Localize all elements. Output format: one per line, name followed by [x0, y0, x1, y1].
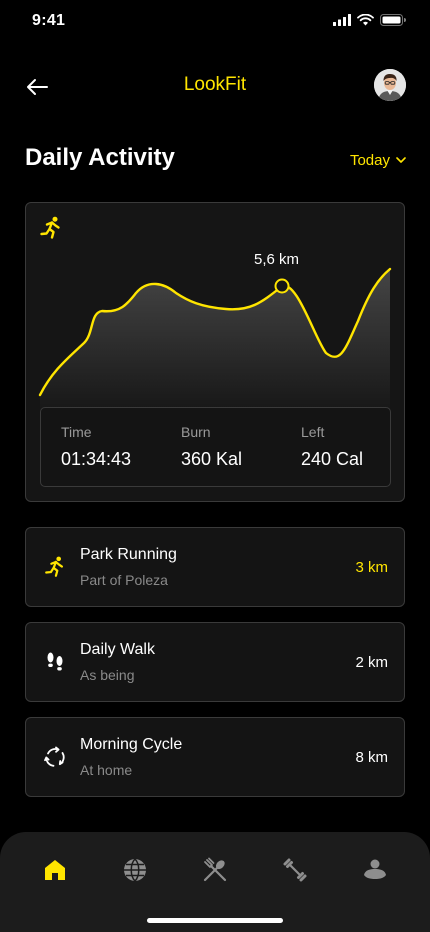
home-icon [45, 860, 65, 880]
footprints-icon [47, 652, 63, 671]
user-photo-icon [374, 69, 406, 101]
tab-workout[interactable] [277, 852, 313, 888]
battery-icon [380, 14, 406, 26]
stat-value: 01:34:43 [61, 449, 132, 469]
running-icon [45, 556, 64, 577]
activity-name: Park Running [80, 546, 177, 563]
chart-peak-marker[interactable] [274, 278, 290, 294]
signal-icon [333, 14, 351, 26]
list-item-daily-walk[interactable]: Daily Walk As being 2 km [25, 622, 405, 702]
app-title: LookFit [183, 74, 247, 95]
stat-time: Time 01:34:43 [61, 424, 131, 470]
activity-chart [38, 267, 392, 418]
status-time: 9:41 [32, 12, 66, 29]
activity-distance: 8 km [355, 749, 388, 766]
avatar[interactable] [374, 69, 406, 101]
list-item-park-running[interactable]: Park Running Part of Poleza 3 km [25, 527, 405, 607]
dumbbell-icon [283, 858, 307, 882]
cycle-icon [44, 746, 65, 767]
tab-explore[interactable] [117, 852, 153, 888]
activity-distance: 3 km [355, 559, 388, 576]
running-icon [40, 216, 60, 239]
activity-subtitle: At home [80, 762, 133, 778]
tab-home[interactable] [37, 852, 73, 888]
activity-subtitle: Part of Poleza [80, 572, 168, 588]
app-header: LookFit [0, 66, 430, 106]
profile-icon [364, 859, 386, 879]
activity-card: 5,6 km Time 01:34:43 Burn 360 Kal Left 2… [25, 202, 405, 502]
globe-icon [124, 858, 146, 882]
chart-peak-label: 5,6 km [254, 251, 300, 268]
list-item-morning-cycle[interactable]: Morning Cycle At home 8 km [25, 717, 405, 797]
activity-stats: Time 01:34:43 Burn 360 Kal Left 240 Cal [40, 407, 391, 487]
period-label: Today [349, 152, 390, 169]
stat-burn: Burn 360 Kal [181, 424, 242, 470]
status-icons [333, 14, 406, 26]
chevron-down-icon [396, 157, 406, 163]
stat-label: Left [301, 424, 325, 440]
bottom-tab-bar [0, 832, 430, 932]
activity-subtitle: As being [80, 667, 135, 683]
stat-label: Burn [181, 424, 211, 440]
activity-name: Daily Walk [80, 641, 155, 658]
stat-label: Time [61, 424, 92, 440]
tab-profile[interactable] [357, 852, 393, 888]
fork-spoon-icon [203, 857, 227, 882]
period-dropdown[interactable]: Today [350, 152, 406, 169]
chart-area [40, 269, 390, 418]
stat-left: Left 240 Cal [301, 424, 363, 470]
tab-nutrition[interactable] [197, 852, 233, 888]
home-indicator [147, 918, 283, 923]
status-bar: 9:41 [0, 0, 430, 44]
stat-value: 360 Kal [181, 449, 243, 469]
wifi-icon [357, 14, 374, 26]
activity-name: Morning Cycle [80, 736, 183, 753]
activity-distance: 2 km [355, 654, 388, 671]
stat-value: 240 Cal [301, 449, 364, 469]
page-title: Daily Activity [25, 144, 175, 171]
